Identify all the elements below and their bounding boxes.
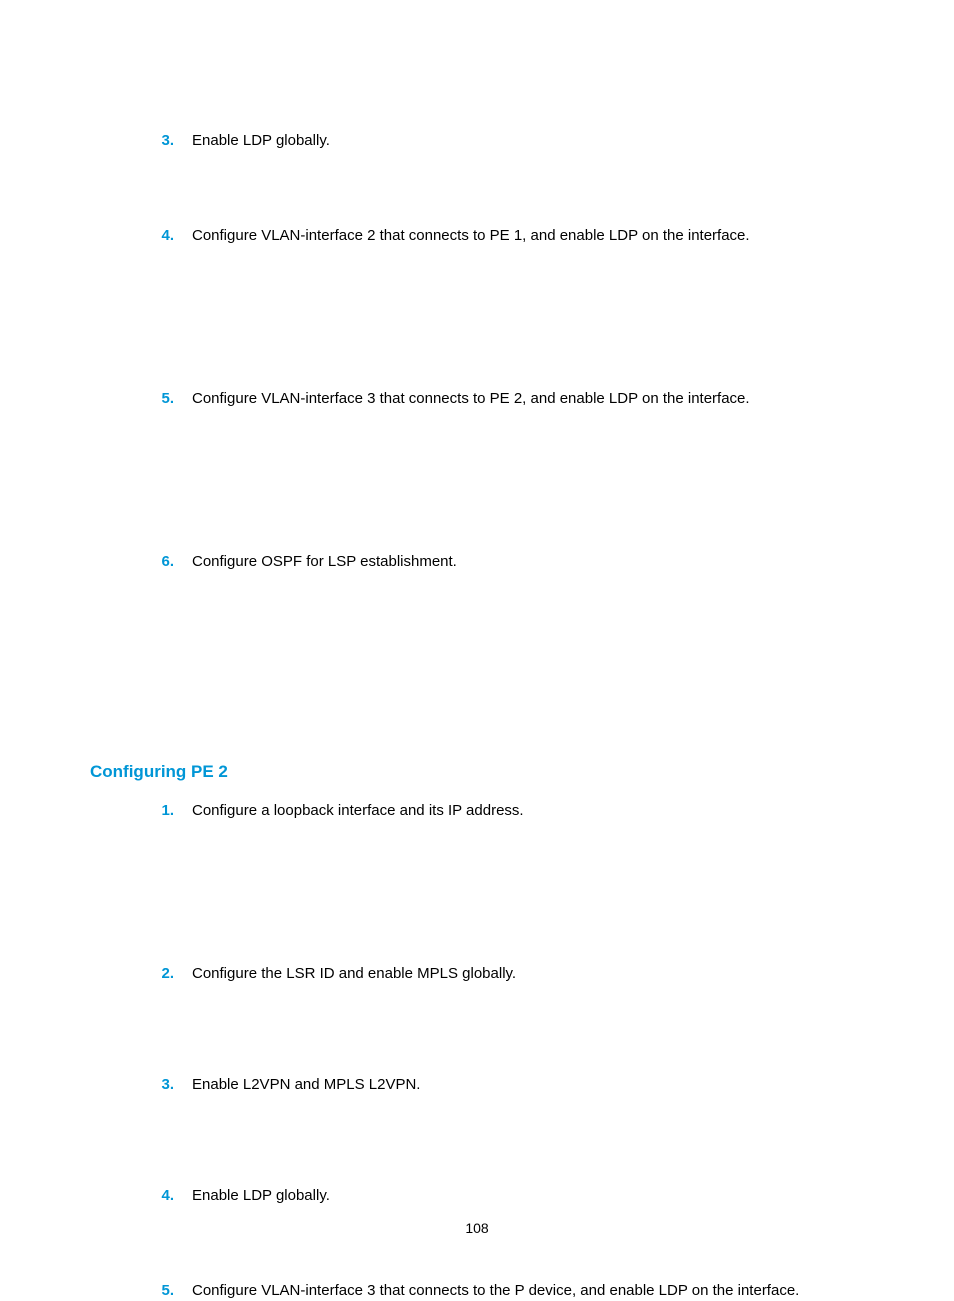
list-item: 3. Enable LDP globally. (160, 130, 864, 151)
list-item: 5. Configure VLAN-interface 3 that conne… (160, 388, 864, 409)
list-item: 1. Configure a loopback interface and it… (160, 800, 864, 821)
list-text: Enable LDP globally. (192, 130, 330, 151)
list-text: Enable L2VPN and MPLS L2VPN. (192, 1074, 420, 1095)
list-number: 5. (160, 390, 192, 407)
list-item: 5. Configure VLAN-interface 3 that conne… (160, 1280, 864, 1301)
list-number: 5. (160, 1282, 192, 1299)
list-number: 2. (160, 965, 192, 982)
list-text: Configure VLAN-interface 2 that connects… (192, 225, 750, 246)
list-number: 4. (160, 227, 192, 244)
list-number: 6. (160, 553, 192, 570)
list-item: 4. Enable LDP globally. (160, 1185, 864, 1206)
list-number: 3. (160, 132, 192, 149)
list-text: Configure the LSR ID and enable MPLS glo… (192, 963, 516, 984)
list-item: 3. Enable L2VPN and MPLS L2VPN. (160, 1074, 864, 1095)
list-text: Configure OSPF for LSP establishment. (192, 551, 457, 572)
list-number: 1. (160, 802, 192, 819)
list-item: 6. Configure OSPF for LSP establishment. (160, 551, 864, 572)
list-text: Configure VLAN-interface 3 that connects… (192, 388, 750, 409)
list-text: Configure a loopback interface and its I… (192, 800, 524, 821)
list-number: 4. (160, 1187, 192, 1204)
page-number: 108 (465, 1220, 488, 1236)
section-heading: Configuring PE 2 (90, 762, 864, 782)
ordered-list-b: 1. Configure a loopback interface and it… (160, 800, 864, 1301)
list-text: Enable LDP globally. (192, 1185, 330, 1206)
list-item: 2. Configure the LSR ID and enable MPLS … (160, 963, 864, 984)
list-number: 3. (160, 1076, 192, 1093)
ordered-list-a: 3. Enable LDP globally. 4. Configure VLA… (160, 130, 864, 572)
list-item: 4. Configure VLAN-interface 2 that conne… (160, 225, 864, 246)
list-text: Configure VLAN-interface 3 that connects… (192, 1280, 799, 1301)
